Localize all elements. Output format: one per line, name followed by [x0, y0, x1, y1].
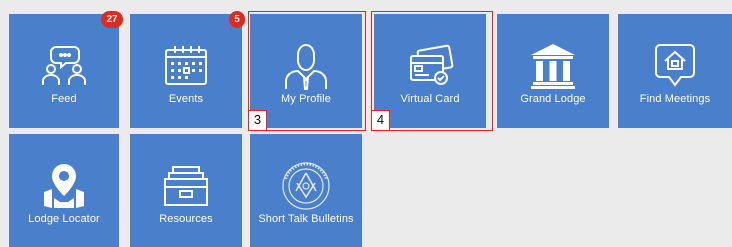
tile-label: Feed [51, 93, 77, 105]
tile-label: Short Talk Bulletins [258, 213, 354, 225]
tile-grand-lodge[interactable]: Grand Lodge [497, 14, 609, 128]
file-drawer-icon [130, 160, 242, 212]
map-pin-icon [9, 160, 119, 212]
notification-badge: 27 [101, 11, 123, 28]
tile-virtual-card[interactable]: Virtual Card [374, 14, 486, 128]
calendar-icon [130, 40, 242, 92]
person-icon [250, 40, 362, 92]
tile-lodge-locator[interactable]: Lodge Locator [9, 134, 119, 247]
credit-card-icon [374, 40, 486, 92]
tile-label: My Profile [281, 93, 331, 105]
tile-label: Lodge Locator [28, 213, 100, 225]
annotation-marker: 4 [371, 110, 390, 131]
tile-feed[interactable]: Feed [9, 14, 119, 128]
chat-users-icon [9, 40, 119, 92]
notification-badge: 5 [229, 11, 245, 28]
tile-label: Grand Lodge [520, 93, 586, 105]
tile-label: Resources [159, 213, 213, 225]
temple-icon [497, 40, 609, 92]
tile-events[interactable]: Events [130, 14, 242, 128]
home-pin-icon [618, 40, 732, 92]
tile-short-talk-bulletins[interactable]: Short Talk Bulletins [250, 134, 362, 247]
tile-label: Virtual Card [400, 93, 460, 105]
masonic-seal-icon [250, 160, 362, 212]
annotation-marker: 3 [248, 110, 267, 131]
tile-find-meetings[interactable]: Find Meetings [618, 14, 732, 128]
tile-label: Find Meetings [639, 93, 711, 105]
tile-resources[interactable]: Resources [130, 134, 242, 247]
tile-label: Events [168, 93, 204, 105]
